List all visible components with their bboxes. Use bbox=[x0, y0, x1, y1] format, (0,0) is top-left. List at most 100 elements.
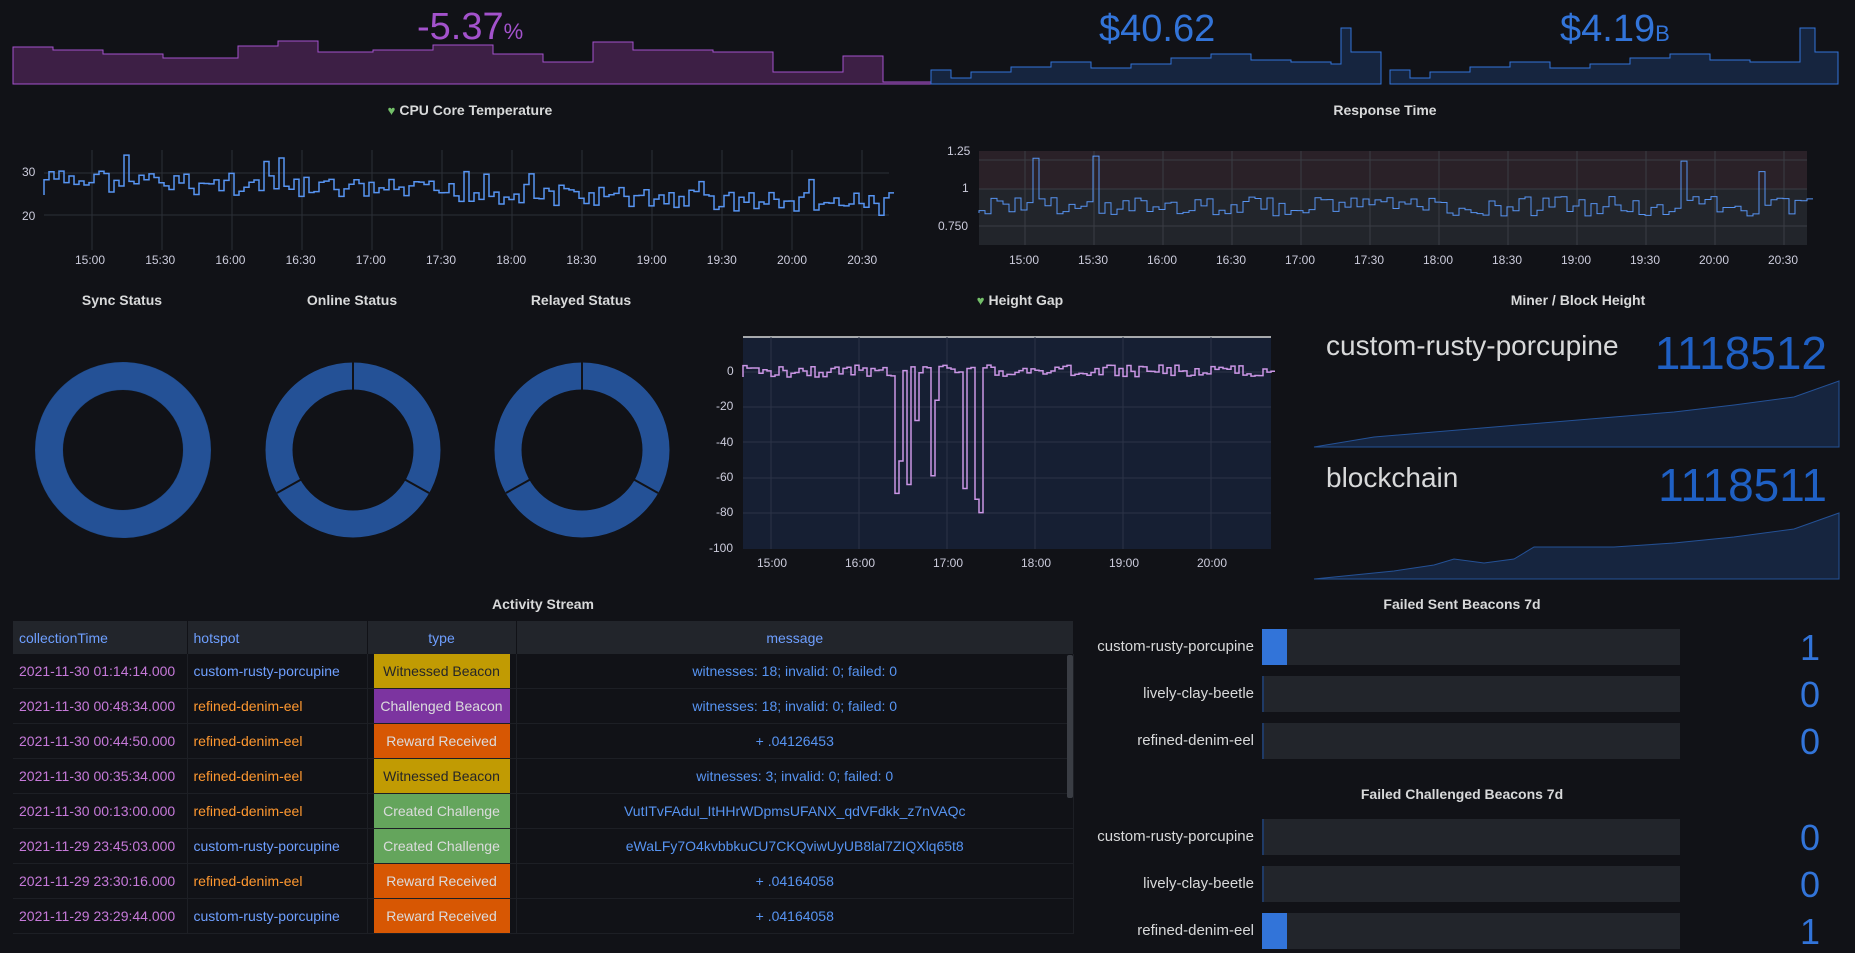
table-row[interactable]: 2021-11-30 00:13:00.000 refined-denim-eel… bbox=[13, 793, 1074, 829]
cell-collection-time: 2021-11-30 00:13:00.000 bbox=[13, 793, 188, 829]
gauge-fill bbox=[1262, 723, 1264, 759]
height-gap-y-tick: 0 bbox=[727, 364, 734, 378]
gauge-label: custom-rusty-porcupine bbox=[1097, 828, 1254, 845]
gauge-fill bbox=[1262, 676, 1264, 712]
height-gap-y-tick: -20 bbox=[716, 399, 734, 414]
failed-challenged-title[interactable]: Failed Challenged Beacons 7d bbox=[1322, 786, 1602, 802]
cell-type: Created Challenge bbox=[367, 793, 517, 829]
gauge-value: 0 bbox=[1800, 674, 1821, 715]
table-row[interactable]: 2021-11-30 00:44:50.000 refined-denim-eel… bbox=[13, 723, 1074, 759]
failed-sent-title[interactable]: Failed Sent Beacons 7d bbox=[1322, 596, 1602, 612]
cell-hotspot: refined-denim-eel bbox=[187, 758, 368, 794]
cell-type: Challenged Beacon bbox=[367, 688, 517, 724]
type-badge: Witnessed Beacon bbox=[373, 654, 510, 688]
gauge-value: 1 bbox=[1800, 911, 1821, 952]
online-status-donut bbox=[265, 362, 441, 538]
response-x-tick: 20:30 bbox=[1768, 253, 1799, 267]
response-time-chart[interactable] bbox=[978, 151, 1813, 245]
cell-hotspot: refined-denim-eel bbox=[187, 723, 368, 759]
type-badge: Witnessed Beacon bbox=[373, 759, 510, 793]
online-status-title[interactable]: Online Status bbox=[252, 292, 452, 308]
cpu-x-tick: 18:30 bbox=[566, 253, 597, 267]
gauge-bar bbox=[1262, 913, 1680, 949]
height-gap-title[interactable]: ♥ Height Gap bbox=[880, 292, 1160, 308]
cell-message: + .04164058 bbox=[516, 898, 1074, 934]
type-badge: Reward Received bbox=[373, 899, 510, 933]
activity-stream-title[interactable]: Activity Stream bbox=[403, 596, 683, 612]
heart-icon: ♥ bbox=[387, 103, 396, 118]
pct-value: -5.37% bbox=[417, 6, 524, 48]
cpu-temperature-chart[interactable] bbox=[43, 150, 894, 250]
type-badge: Created Challenge bbox=[373, 829, 510, 863]
response-x-tick: 15:00 bbox=[1009, 253, 1040, 267]
cpu-x-tick: 19:00 bbox=[636, 253, 667, 267]
height-gap-x-tick: 20:00 bbox=[1197, 556, 1228, 570]
cell-type: Witnessed Beacon bbox=[367, 654, 517, 689]
response-x-tick: 17:00 bbox=[1285, 253, 1316, 267]
col-header-message[interactable]: message bbox=[516, 621, 1074, 654]
cell-type: Witnessed Beacon bbox=[367, 758, 517, 794]
type-badge: Reward Received bbox=[373, 864, 510, 898]
gauge-value: 1 bbox=[1800, 627, 1821, 668]
miner-name: custom-rusty-porcupine bbox=[1326, 330, 1619, 361]
height-gap-x-tick: 18:00 bbox=[1021, 556, 1052, 570]
cpu-x-tick: 15:00 bbox=[75, 253, 106, 267]
cpu-x-tick: 17:30 bbox=[426, 253, 457, 267]
cpu-x-tick: 16:30 bbox=[285, 253, 316, 267]
table-row[interactable]: 2021-11-30 00:35:34.000 refined-denim-eel… bbox=[13, 758, 1074, 794]
miner-block-title[interactable]: Miner / Block Height bbox=[1438, 292, 1718, 308]
cell-hotspot: custom-rusty-porcupine bbox=[187, 654, 368, 689]
sync-status-title[interactable]: Sync Status bbox=[22, 292, 222, 308]
gauge-label: lively-clay-beetle bbox=[1143, 685, 1254, 702]
col-header-type[interactable]: type bbox=[367, 621, 517, 654]
response-y-tick: 1.25 bbox=[947, 144, 971, 158]
cell-message: + .04126453 bbox=[516, 723, 1074, 759]
cell-collection-time: 2021-11-29 23:29:44.000 bbox=[13, 898, 188, 934]
height-gap-x-tick: 17:00 bbox=[933, 556, 964, 570]
table-row[interactable]: 2021-11-29 23:45:03.000 custom-rusty-porc… bbox=[13, 828, 1074, 864]
blockchain-name: blockchain bbox=[1326, 462, 1459, 493]
height-gap-x-tick: 16:00 bbox=[845, 556, 876, 570]
price-value: $40.62 bbox=[1099, 8, 1216, 50]
activity-scrollbar[interactable] bbox=[1067, 655, 1073, 798]
cell-message: + .04164058 bbox=[516, 863, 1074, 899]
table-row[interactable]: 2021-11-30 00:48:34.000 refined-denim-eel… bbox=[13, 688, 1074, 724]
response-x-tick: 19:30 bbox=[1630, 253, 1661, 267]
cell-collection-time: 2021-11-30 01:14:14.000 bbox=[13, 654, 188, 689]
cpu-panel-title[interactable]: ♥ CPU Core Temperature bbox=[330, 102, 610, 118]
activity-table: collectionTime hotspot type message 2021… bbox=[13, 621, 1074, 934]
response-panel-title[interactable]: Response Time bbox=[1245, 102, 1525, 118]
cell-collection-time: 2021-11-29 23:30:16.000 bbox=[13, 863, 188, 899]
cell-type: Reward Received bbox=[367, 863, 517, 899]
response-x-tick: 16:30 bbox=[1216, 253, 1247, 267]
col-header-hotspot[interactable]: hotspot bbox=[187, 621, 368, 654]
gauge-bar bbox=[1262, 629, 1680, 665]
type-badge: Reward Received bbox=[373, 724, 510, 758]
cell-collection-time: 2021-11-30 00:48:34.000 bbox=[13, 688, 188, 724]
gauge-bar bbox=[1262, 866, 1680, 902]
col-header-collection-time[interactable]: collectionTime bbox=[13, 621, 188, 654]
gauge-value: 0 bbox=[1800, 817, 1821, 858]
cell-message: witnesses: 3; invalid: 0; failed: 0 bbox=[516, 758, 1074, 794]
table-row[interactable]: 2021-11-29 23:29:44.000 custom-rusty-porc… bbox=[13, 898, 1074, 934]
cell-hotspot: refined-denim-eel bbox=[187, 863, 368, 899]
table-row[interactable]: 2021-11-30 01:14:14.000 custom-rusty-porc… bbox=[13, 654, 1074, 689]
gauge-fill bbox=[1262, 819, 1264, 855]
gauge-bar bbox=[1262, 723, 1680, 759]
response-x-tick: 18:30 bbox=[1492, 253, 1523, 267]
response-x-tick: 15:30 bbox=[1078, 253, 1109, 267]
cpu-x-tick: 18:00 bbox=[496, 253, 527, 267]
gauge-bar bbox=[1262, 676, 1680, 712]
gauge-fill bbox=[1262, 913, 1288, 949]
type-badge: Created Challenge bbox=[373, 794, 510, 828]
table-row[interactable]: 2021-11-29 23:30:16.000 refined-denim-eel… bbox=[13, 863, 1074, 899]
height-gap-y-tick: -100 bbox=[709, 540, 734, 555]
heart-icon: ♥ bbox=[976, 293, 985, 308]
cap-value: $4.19B bbox=[1560, 8, 1670, 50]
cell-type: Reward Received bbox=[367, 723, 517, 759]
cell-collection-time: 2021-11-29 23:45:03.000 bbox=[13, 828, 188, 864]
relayed-status-title[interactable]: Relayed Status bbox=[481, 292, 681, 308]
height-gap-chart[interactable] bbox=[742, 336, 1275, 549]
cell-type: Reward Received bbox=[367, 898, 517, 934]
cpu-y-tick: 20 bbox=[22, 209, 36, 223]
